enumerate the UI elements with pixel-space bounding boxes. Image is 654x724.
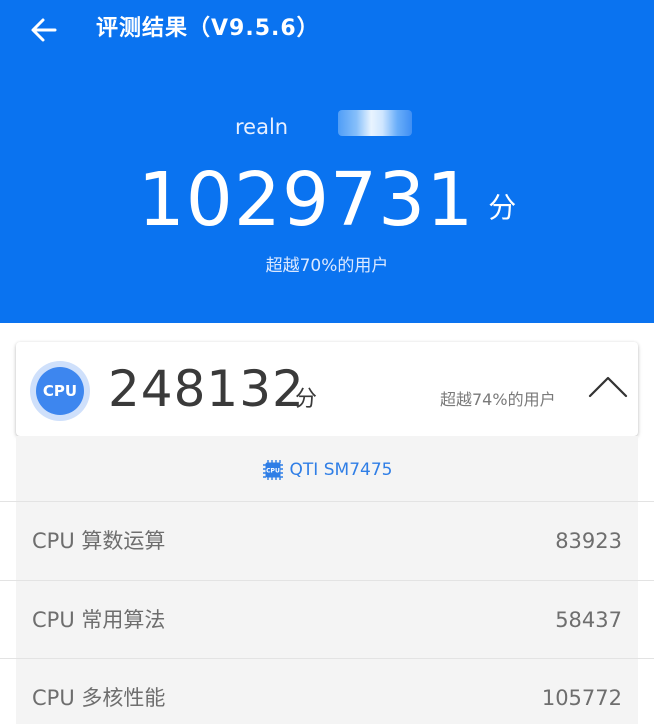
cpu-badge-icon: CPU — [30, 361, 90, 421]
sub-score-value: 58437 — [555, 608, 622, 632]
page-title: 评测结果（V9.5.6） — [96, 16, 320, 41]
back-button[interactable] — [26, 12, 62, 48]
cpu-rank: 超越74%的用户 — [440, 390, 556, 409]
result-header: 评测结果（V9.5.6） realn 1029731 分 超越70%的用户 — [0, 0, 654, 323]
chip-icon: CPU — [262, 460, 283, 480]
sub-score-label: CPU 多核性能 — [32, 686, 166, 710]
back-arrow-icon — [31, 18, 57, 42]
cpu-score-value: 248132 — [108, 360, 305, 418]
sub-score-label: CPU 算数运算 — [32, 529, 166, 553]
cpu-badge-label: CPU — [36, 367, 84, 415]
sub-score-row: CPU 常用算法 58437 — [16, 581, 638, 659]
total-score-value: 1029731 — [137, 157, 475, 243]
cpu-score-unit: 分 — [295, 387, 318, 412]
cpu-score-card[interactable]: CPU 248132 分 超越74%的用户 — [16, 342, 638, 436]
sub-score-value: 105772 — [541, 686, 622, 710]
total-rank: 超越70%的用户 — [265, 256, 389, 276]
chip-info: CPU QTI SM7475 — [16, 450, 638, 490]
redacted-device-model — [338, 110, 412, 136]
chip-name: QTI SM7475 — [289, 460, 393, 480]
device-name: realn — [235, 115, 289, 139]
sub-score-value: 83923 — [555, 529, 622, 553]
cpu-detail-panel: CPU QTI SM7475 CPU 算数运算 83923 CPU 常用算法 5… — [0, 436, 654, 724]
collapse-chevron-up-icon[interactable] — [586, 372, 630, 402]
total-score: 1029731 分 — [0, 160, 654, 240]
top-bar: 评测结果（V9.5.6） — [0, 0, 654, 60]
sub-score-row: CPU 多核性能 105772 — [16, 659, 638, 724]
total-score-unit: 分 — [488, 191, 517, 224]
sub-score-label: CPU 常用算法 — [32, 608, 166, 632]
sub-score-row: CPU 算数运算 83923 — [16, 502, 638, 580]
chip-icon-label: CPU — [266, 468, 280, 475]
